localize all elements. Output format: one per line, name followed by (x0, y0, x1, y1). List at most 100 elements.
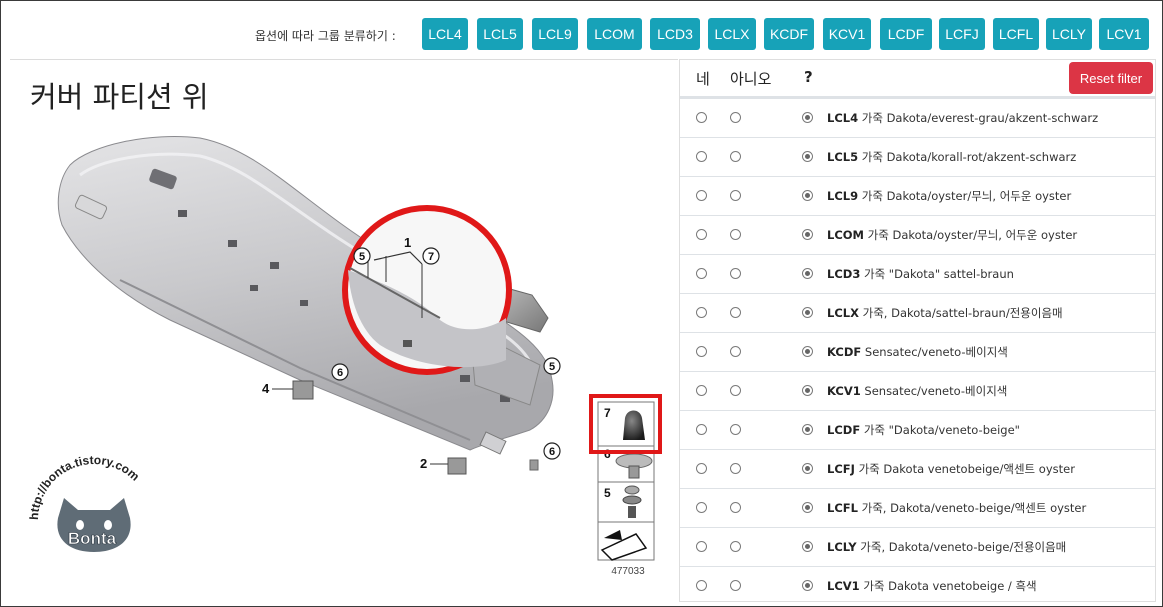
radio-neutral[interactable] (802, 424, 813, 435)
clip-part-4 (292, 380, 314, 400)
radio-neutral[interactable] (802, 151, 813, 162)
callout-5-right: 5 (549, 361, 555, 373)
radio-yes[interactable] (696, 112, 707, 123)
radio-no[interactable] (730, 580, 741, 591)
radio-yes[interactable] (696, 151, 707, 162)
radio-neutral[interactable] (802, 385, 813, 396)
option-button-lcly[interactable]: LCLY (1046, 18, 1092, 50)
radio-yes[interactable] (696, 229, 707, 240)
radio-neutral[interactable] (802, 229, 813, 240)
radio-yes[interactable] (696, 502, 707, 513)
option-code: LCLX (827, 306, 859, 320)
radio-no[interactable] (730, 268, 741, 279)
table-row-lcl4: LCL4 가죽 Dakota/everest-grau/akzent-schwa… (680, 98, 1155, 138)
radio-neutral[interactable] (802, 307, 813, 318)
header-yes: 네 (696, 70, 710, 88)
option-button-kcdf[interactable]: KCDF (764, 18, 814, 50)
option-button-lcl4[interactable]: LCL4 (422, 18, 468, 50)
section-divider (10, 59, 678, 60)
option-code: LCV1 (827, 579, 860, 593)
radio-yes[interactable] (696, 580, 707, 591)
table-row-kcdf: KCDF Sensatec/veneto-베이지색 (680, 332, 1155, 372)
table-row-lcly: LCLY 가죽, Dakota/veneto-beige/전용이음매 (680, 527, 1155, 567)
option-code: LCDF (827, 423, 861, 437)
option-button-lclx[interactable]: LCLX (708, 18, 756, 50)
radio-neutral[interactable] (802, 463, 813, 474)
radio-yes[interactable] (696, 268, 707, 279)
radio-yes[interactable] (696, 346, 707, 357)
option-code: LCFL (827, 501, 858, 515)
header-no: 아니오 (730, 70, 772, 88)
legend-item-7: 7 (604, 406, 611, 420)
radio-yes[interactable] (696, 424, 707, 435)
option-code: KCDF (827, 345, 862, 359)
radio-no[interactable] (730, 424, 741, 435)
option-button-lcl5[interactable]: LCL5 (477, 18, 523, 50)
radio-yes[interactable] (696, 541, 707, 552)
option-description: 가죽 Dakota venetobeige/액센트 oyster (858, 462, 1075, 476)
option-description: 가죽, Dakota/veneto-beige/액센트 oyster (861, 501, 1087, 515)
radio-no[interactable] (730, 346, 741, 357)
option-description: 가죽 Dakota venetobeige / 흑색 (863, 579, 1037, 593)
option-button-lcom[interactable]: LCOM (587, 18, 642, 50)
radio-yes[interactable] (696, 307, 707, 318)
option-description: Sensatec/veneto-베이지색 (864, 345, 1008, 359)
radio-yes[interactable] (696, 190, 707, 201)
option-description: 가죽 Dakota/everest-grau/akzent-schwarz (861, 111, 1099, 125)
table-row-lcd3: LCD3 가죽 "Dakota" sattel-braun (680, 254, 1155, 294)
callout-2: 2 (420, 456, 427, 471)
radio-no[interactable] (730, 307, 741, 318)
page-title: 커버 파티션 위 (30, 80, 209, 114)
option-button-lcfl[interactable]: LCFL (993, 18, 1039, 50)
radio-no[interactable] (730, 151, 741, 162)
option-description: 가죽 Dakota/korall-rot/akzent-schwarz (861, 150, 1077, 164)
radio-neutral[interactable] (802, 580, 813, 591)
radio-no[interactable] (730, 229, 741, 240)
radio-neutral[interactable] (802, 268, 813, 279)
radio-neutral[interactable] (802, 502, 813, 513)
table-row-lcfj: LCFJ 가죽 Dakota venetobeige/액센트 oyster (680, 449, 1155, 489)
reset-filter-button[interactable]: Reset filter (1069, 62, 1153, 94)
option-button-lcl9[interactable]: LCL9 (532, 18, 578, 50)
option-button-kcv1[interactable]: KCV1 (823, 18, 871, 50)
option-code: LCOM (827, 228, 864, 242)
filter-label: 옵션에 따라 그룹 분류하기 : (255, 29, 396, 43)
radio-no[interactable] (730, 502, 741, 513)
radio-neutral[interactable] (802, 190, 813, 201)
radio-neutral[interactable] (802, 112, 813, 123)
option-code: LCFJ (827, 462, 855, 476)
callout-1: 1 (404, 235, 411, 250)
table-row-lcom: LCOM 가죽 Dakota/oyster/무늬, 어두운 oyster (680, 215, 1155, 255)
radio-no[interactable] (730, 112, 741, 123)
radio-no[interactable] (730, 190, 741, 201)
option-button-lcdf[interactable]: LCDF (880, 18, 932, 50)
option-description: 가죽, Dakota/sattel-braun/전용이음매 (862, 306, 1063, 320)
callout-5-detail: 5 (359, 251, 365, 263)
radio-neutral[interactable] (802, 541, 813, 552)
radio-no[interactable] (730, 541, 741, 552)
callout-6-left: 6 (337, 367, 343, 379)
radio-no[interactable] (730, 385, 741, 396)
option-code: LCL9 (827, 189, 859, 203)
detail-magnifier: 1 5 7 (342, 205, 512, 375)
parts-legend: 7 6 5 477033 (597, 401, 655, 577)
option-code: LCL4 (827, 111, 859, 125)
option-code: LCD3 (827, 267, 861, 281)
radio-yes[interactable] (696, 463, 707, 474)
radio-no[interactable] (730, 463, 741, 474)
table-row-lclx: LCLX 가죽, Dakota/sattel-braun/전용이음매 (680, 293, 1155, 333)
callout-6-right: 6 (549, 446, 555, 458)
radio-neutral[interactable] (802, 346, 813, 357)
table-row-kcv1: KCV1 Sensatec/veneto-베이지색 (680, 371, 1155, 411)
watermark-name: Bonta (68, 529, 117, 548)
option-button-lcd3[interactable]: LCD3 (650, 18, 700, 50)
callout-4: 4 (262, 381, 270, 396)
radio-yes[interactable] (696, 385, 707, 396)
option-button-lcfj[interactable]: LCFJ (939, 18, 985, 50)
clip-part-2 (447, 457, 467, 475)
option-description: 가죽 Dakota/oyster/무늬, 어두운 oyster (861, 189, 1072, 203)
option-description: 가죽 "Dakota/veneto-beige" (863, 423, 1020, 437)
option-description: 가죽, Dakota/veneto-beige/전용이음매 (860, 540, 1067, 554)
table-row-lcv1: LCV1 가죽 Dakota venetobeige / 흑색 (680, 566, 1155, 606)
option-button-lcv1[interactable]: LCV1 (1099, 18, 1149, 50)
